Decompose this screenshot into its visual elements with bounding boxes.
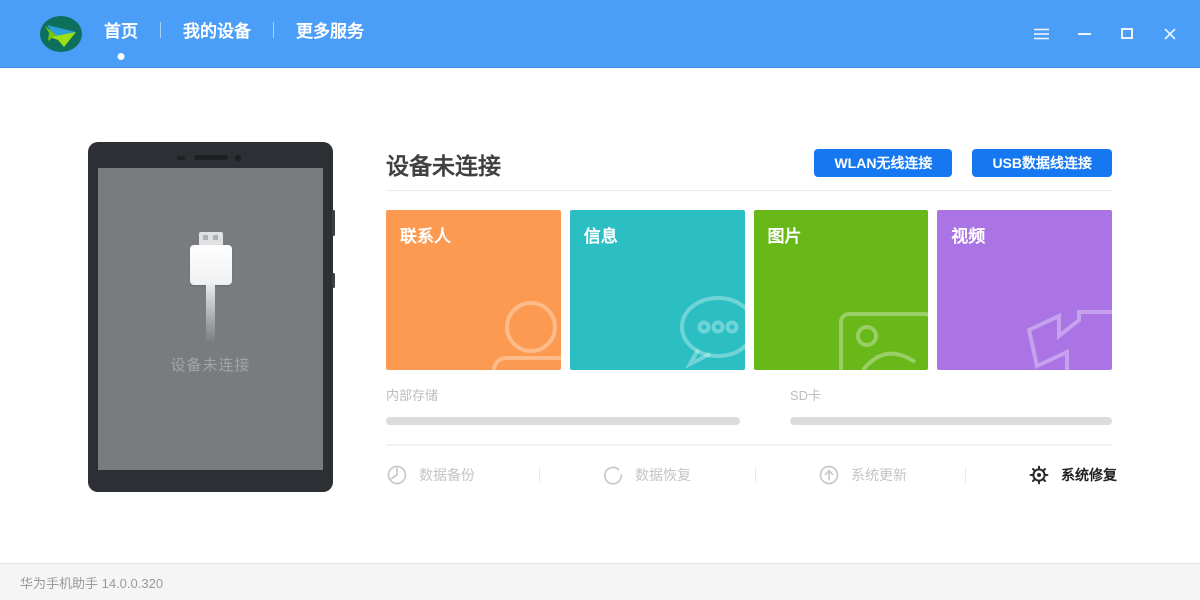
app-version-text: 华为手机助手 14.0.0.320 — [20, 575, 164, 591]
phone-power-key — [332, 273, 335, 288]
contact-person-icon — [491, 301, 561, 370]
tile-videos[interactable]: 视频 — [937, 210, 1112, 370]
section-divider — [386, 444, 1112, 446]
statusbar: 华为手机助手 14.0.0.320 — [0, 563, 1200, 600]
category-tiles: 联系人 信息 图片 视频 — [386, 210, 1112, 370]
internal-storage-bar — [386, 417, 740, 425]
backup-clock-icon — [387, 465, 407, 485]
repair-gear-icon — [1029, 465, 1049, 485]
window-controls — [1033, 26, 1178, 42]
sd-card-storage: SD卡 — [790, 385, 1112, 425]
action-system-update[interactable]: 系统更新 — [818, 462, 907, 488]
phone-speaker — [193, 155, 228, 160]
phone-sensor — [177, 156, 185, 160]
message-bubble-icon — [679, 296, 745, 369]
connect-buttons: WLAN无线连接 USB数据线连接 — [814, 149, 1112, 177]
tile-messages-label: 信息 — [583, 227, 618, 246]
restore-arrow-icon — [603, 466, 623, 485]
action-data-restore[interactable]: 数据恢复 — [602, 462, 691, 488]
action-system-repair[interactable]: 系统修复 — [1028, 462, 1117, 488]
usb-cable-icon — [189, 232, 232, 343]
phone-illustration: 设备未连接 — [88, 142, 335, 492]
tile-contacts[interactable]: 联系人 — [386, 210, 561, 370]
action-divider — [539, 467, 540, 483]
action-data-backup[interactable]: 数据备份 — [386, 462, 475, 488]
active-tab-dot — [117, 53, 125, 60]
wlan-connect-button[interactable]: WLAN无线连接 — [814, 149, 953, 177]
minimize-icon[interactable] — [1076, 26, 1092, 42]
nav-divider — [160, 21, 161, 38]
main-nav: 首页 我的设备 更多服务 — [102, 11, 366, 60]
menu-icon[interactable] — [1033, 26, 1049, 42]
tile-messages[interactable]: 信息 — [569, 210, 745, 370]
internal-storage-label: 内部存储 — [386, 388, 439, 403]
sd-card-bar — [790, 417, 1112, 425]
action-divider — [965, 467, 966, 483]
tile-pictures-label: 图片 — [767, 227, 802, 246]
tile-contacts-label: 联系人 — [400, 227, 451, 246]
nav-my-device[interactable]: 我的设备 — [181, 11, 253, 56]
hisuite-window: 首页 我的设备 更多服务 设备未连接 设备未连接 WLAN无线连接 USB数据线… — [0, 0, 1200, 600]
close-icon[interactable] — [1162, 26, 1178, 42]
phone-screen: 设备未连接 — [98, 168, 323, 470]
nav-divider — [273, 21, 274, 38]
tile-pictures[interactable]: 图片 — [753, 210, 929, 370]
picture-frame-icon — [839, 312, 929, 370]
sd-card-label: SD卡 — [790, 388, 822, 403]
phone-camera — [235, 155, 241, 161]
nav-more-services-label: 更多服务 — [296, 22, 364, 41]
phone-volume-key — [332, 210, 335, 236]
nav-my-device-label: 我的设备 — [183, 22, 251, 41]
maximize-icon[interactable] — [1119, 26, 1135, 42]
usb-connect-button[interactable]: USB数据线连接 — [972, 149, 1112, 177]
action-label: 系统更新 — [851, 467, 907, 483]
action-label: 数据备份 — [419, 467, 475, 483]
phone-status-text: 设备未连接 — [170, 357, 251, 374]
storage-section: 内部存储 SD卡 — [386, 385, 1112, 425]
action-label: 数据恢复 — [635, 467, 691, 483]
nav-home-label: 首页 — [104, 22, 138, 41]
nav-more-services[interactable]: 更多服务 — [294, 11, 366, 56]
page-title: 设备未连接 — [386, 153, 501, 179]
update-arrow-icon — [819, 465, 839, 485]
title-divider — [386, 190, 1112, 191]
internal-storage: 内部存储 — [386, 385, 740, 425]
titlebar: 首页 我的设备 更多服务 — [0, 0, 1200, 68]
action-divider — [755, 467, 756, 483]
action-label: 系统修复 — [1061, 467, 1117, 483]
app-logo-icon — [40, 15, 82, 52]
nav-home[interactable]: 首页 — [102, 11, 140, 60]
tile-videos-label: 视频 — [951, 227, 986, 246]
video-camera-icon — [1026, 310, 1112, 370]
